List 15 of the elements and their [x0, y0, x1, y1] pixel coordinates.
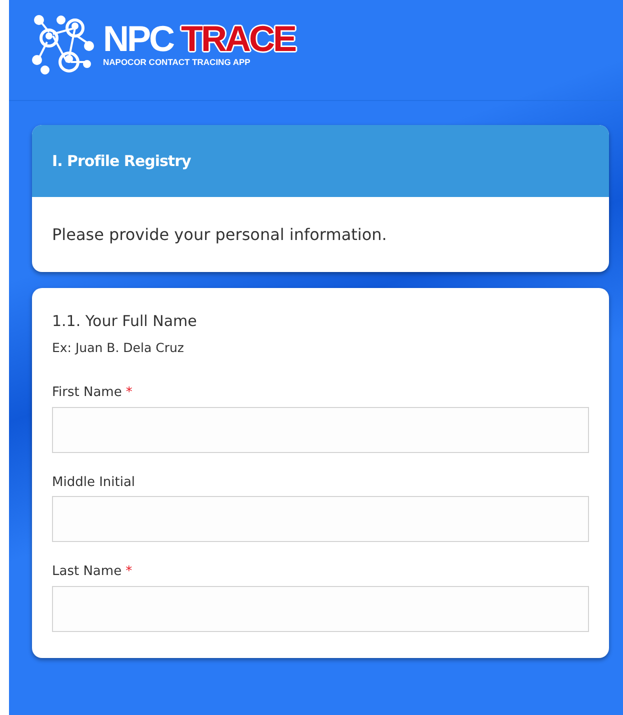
required-asterisk: * — [126, 563, 132, 582]
field-label: Last Name — [52, 563, 122, 582]
section-title: I. Profile Registry — [32, 125, 609, 197]
text-input-field[interactable] — [52, 586, 589, 632]
question-hint: Ex: Juan B. Dela Cruz — [52, 338, 185, 356]
network-people-icon — [31, 14, 97, 76]
app-logo-title: NPC TRACE — [103, 22, 296, 56]
question-title: 1.1. Your Full Name — [52, 311, 198, 332]
text-input-field[interactable] — [52, 406, 589, 453]
required-asterisk: * — [126, 384, 132, 402]
app-logo-subtitle: NAPOCOR CONTACT TRACING APP — [103, 56, 252, 68]
section-description: Please provide your personal information. — [51, 224, 388, 246]
field-label: First Name — [52, 384, 122, 402]
field-label: Middle Initial — [52, 474, 136, 492]
text-input-field[interactable] — [52, 496, 589, 542]
